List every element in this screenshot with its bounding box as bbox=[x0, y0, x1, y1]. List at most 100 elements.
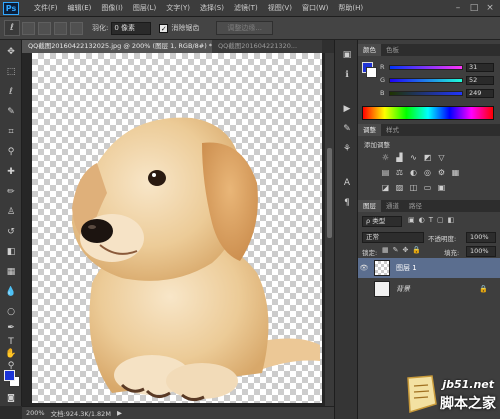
feather-input[interactable]: 0 像素 bbox=[111, 21, 152, 35]
properties-panel-icon[interactable]: ℹ bbox=[340, 68, 354, 82]
eraser-tool-icon[interactable]: ◧ bbox=[3, 244, 19, 260]
canvas-vertical-scrollbar[interactable] bbox=[325, 53, 334, 406]
menu-filter[interactable]: 滤镜(T) bbox=[229, 3, 263, 13]
healing-brush-tool-icon[interactable]: ✚ bbox=[3, 164, 19, 180]
tab-active-document[interactable]: QQ截图20160422132025.jpg @ 200% (图层 1, RGB… bbox=[22, 40, 212, 53]
character-panel-icon[interactable]: A bbox=[340, 176, 354, 190]
hue-saturation-icon[interactable]: ▤ bbox=[380, 167, 391, 178]
blue-channel-value[interactable]: 249 bbox=[466, 88, 494, 98]
filter-adjustment-icon[interactable]: ◐ bbox=[419, 216, 425, 227]
layer-name[interactable]: 背景 bbox=[396, 284, 410, 294]
quick-mask-icon[interactable]: ◙ bbox=[3, 390, 19, 406]
color-panel-background-swatch[interactable] bbox=[366, 67, 377, 78]
eyedropper-tool-icon[interactable]: ⚲ bbox=[3, 144, 19, 160]
subtract-selection-button[interactable] bbox=[54, 21, 67, 35]
add-selection-button[interactable] bbox=[38, 21, 51, 35]
lock-transparent-icon[interactable]: ▦ bbox=[382, 246, 389, 254]
quick-select-tool-icon[interactable]: ✎ bbox=[3, 104, 19, 120]
channel-mixer-icon[interactable]: ⚙ bbox=[436, 167, 447, 178]
history-panel-icon[interactable]: ▣ bbox=[340, 48, 354, 62]
brush-panel-icon[interactable]: ✎ bbox=[340, 122, 354, 136]
move-tool-icon[interactable]: ✥ bbox=[3, 44, 19, 60]
tab-adjustments[interactable]: 调整 bbox=[358, 124, 381, 136]
black-white-icon[interactable]: ◐ bbox=[408, 167, 419, 178]
marquee-tool-icon[interactable]: ⬚ bbox=[3, 64, 19, 80]
tab-styles[interactable]: 样式 bbox=[381, 124, 404, 136]
close-button[interactable]: × bbox=[484, 2, 496, 14]
history-brush-tool-icon[interactable]: ↺ bbox=[3, 224, 19, 240]
green-channel-slider[interactable] bbox=[389, 77, 463, 83]
lock-all-icon[interactable]: 🔒 bbox=[412, 246, 421, 254]
filter-smart-object-icon[interactable]: ◧ bbox=[448, 216, 455, 227]
menu-window[interactable]: 窗口(W) bbox=[297, 3, 333, 13]
layer-row-background[interactable]: 背景 🔒 bbox=[358, 279, 500, 299]
foreground-color-swatch[interactable] bbox=[4, 370, 15, 381]
gradient-tool-icon[interactable]: ▦ bbox=[3, 264, 19, 280]
photo-filter-icon[interactable]: ◎ bbox=[422, 167, 433, 178]
dodge-tool-icon[interactable]: ○ bbox=[3, 304, 19, 320]
selective-color-icon[interactable]: ▣ bbox=[436, 182, 447, 193]
menu-type[interactable]: 文字(Y) bbox=[161, 3, 195, 13]
blur-tool-icon[interactable]: 💧 bbox=[3, 284, 19, 300]
curves-icon[interactable]: ∿ bbox=[408, 152, 419, 163]
opacity-input[interactable]: 100% bbox=[466, 232, 496, 243]
menu-file[interactable]: 文件(F) bbox=[29, 3, 63, 13]
lasso-tool-icon[interactable]: ℓ bbox=[3, 84, 19, 100]
brush-tool-icon[interactable]: ✏ bbox=[3, 184, 19, 200]
tab-layers[interactable]: 图层 bbox=[358, 200, 381, 212]
tab-other-document[interactable]: QQ截图201604221320... bbox=[212, 40, 322, 53]
blend-mode-select[interactable]: 正常 bbox=[362, 232, 424, 243]
menu-image[interactable]: 图像(I) bbox=[96, 3, 128, 13]
fill-input[interactable]: 100% bbox=[466, 246, 496, 257]
filter-pixel-icon[interactable]: ▣ bbox=[408, 216, 415, 227]
layer-kind-filter[interactable]: ρ 类型 bbox=[362, 216, 402, 227]
invert-icon[interactable]: ◪ bbox=[380, 182, 391, 193]
brightness-contrast-icon[interactable]: ☼ bbox=[380, 152, 391, 163]
menu-select[interactable]: 选择(S) bbox=[195, 3, 229, 13]
paragraph-panel-icon[interactable]: ¶ bbox=[340, 196, 354, 210]
red-channel-value[interactable]: 31 bbox=[466, 62, 494, 72]
color-balance-icon[interactable]: ⚖ bbox=[394, 167, 405, 178]
menu-view[interactable]: 视图(V) bbox=[263, 3, 297, 13]
scrollbar-thumb[interactable] bbox=[327, 148, 332, 238]
antialias-checkbox[interactable]: ✓ bbox=[159, 23, 169, 33]
clone-stamp-tool-icon[interactable]: ♙ bbox=[3, 204, 19, 220]
exposure-icon[interactable]: ◩ bbox=[422, 152, 433, 163]
tab-paths[interactable]: 路径 bbox=[404, 200, 427, 212]
filter-type-icon[interactable]: T bbox=[429, 216, 433, 227]
color-spectrum-bar[interactable] bbox=[362, 106, 494, 120]
gradient-map-icon[interactable]: ▭ bbox=[422, 182, 433, 193]
layer-name[interactable]: 图层 1 bbox=[396, 263, 417, 273]
menu-edit[interactable]: 编辑(E) bbox=[63, 3, 97, 13]
new-selection-button[interactable] bbox=[22, 21, 35, 35]
color-lookup-icon[interactable]: ▦ bbox=[450, 167, 461, 178]
tab-channels[interactable]: 通道 bbox=[381, 200, 404, 212]
filter-shape-icon[interactable]: ▢ bbox=[437, 216, 444, 227]
minimize-button[interactable]: – bbox=[452, 2, 464, 14]
red-channel-slider[interactable] bbox=[389, 64, 463, 70]
maximize-button[interactable]: □ bbox=[468, 2, 480, 14]
tab-color[interactable]: 颜色 bbox=[358, 44, 381, 56]
menu-layer[interactable]: 图层(L) bbox=[128, 3, 161, 13]
green-channel-value[interactable]: 52 bbox=[466, 75, 494, 85]
refine-edge-button[interactable]: 调整边缘... bbox=[216, 21, 274, 35]
threshold-icon[interactable]: ◫ bbox=[408, 182, 419, 193]
canvas-area[interactable] bbox=[22, 53, 325, 406]
lasso-tool-preset-icon[interactable]: ℓ bbox=[4, 20, 20, 36]
zoom-level[interactable]: 200% bbox=[26, 409, 45, 417]
lock-position-icon[interactable]: ✥ bbox=[403, 246, 409, 254]
blue-channel-slider[interactable] bbox=[389, 90, 463, 96]
posterize-icon[interactable]: ▨ bbox=[394, 182, 405, 193]
crop-tool-icon[interactable]: ⌗ bbox=[3, 124, 19, 140]
levels-icon[interactable]: ▟ bbox=[394, 152, 405, 163]
menu-help[interactable]: 帮助(H) bbox=[333, 3, 368, 13]
clone-source-panel-icon[interactable]: ⚘ bbox=[340, 142, 354, 156]
actions-panel-icon[interactable]: ▶ bbox=[340, 102, 354, 116]
vibrance-icon[interactable]: ▽ bbox=[436, 152, 447, 163]
status-arrow-icon[interactable]: ▶ bbox=[117, 409, 122, 417]
lock-image-icon[interactable]: ✎ bbox=[393, 246, 399, 254]
visibility-eye-icon[interactable]: 👁 bbox=[358, 264, 370, 272]
layer-row-layer-1[interactable]: 👁 图层 1 bbox=[358, 258, 500, 278]
intersect-selection-button[interactable] bbox=[70, 21, 83, 35]
tab-swatches[interactable]: 色板 bbox=[381, 44, 404, 56]
